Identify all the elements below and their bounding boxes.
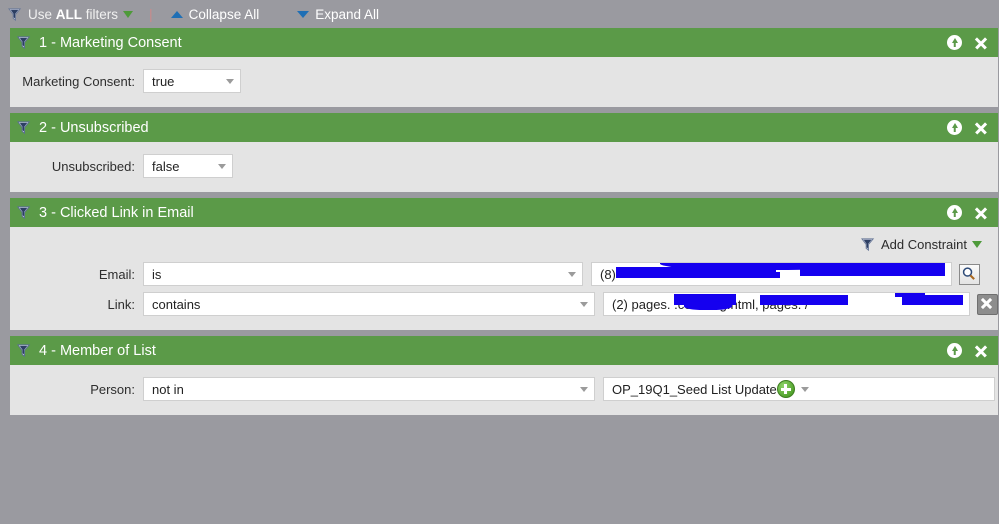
add-constraint-label: Add Constraint — [881, 237, 967, 252]
up-arrow-circle-icon[interactable] — [947, 35, 962, 50]
email-operator-select[interactable]: is — [143, 262, 583, 286]
chevron-down-icon — [297, 10, 310, 18]
funnel-icon — [8, 7, 23, 22]
constraint-row: Link: contains (2) pages. .com/ai g.html… — [10, 292, 998, 316]
funnel-icon — [17, 205, 32, 220]
up-arrow-circle-icon[interactable] — [947, 120, 962, 135]
link-operator-select[interactable]: contains — [143, 292, 595, 316]
link-value-field[interactable]: (2) pages. .com/ai g.html, pages. / — [603, 292, 970, 316]
email-value-field[interactable]: (8) — [591, 262, 952, 286]
filter-panel-3-body: Add Constraint Email: is (8) Link: conta… — [10, 227, 998, 330]
filter-panel-2: 2 - Unsubscribed Unsubscribed: false — [10, 113, 999, 192]
chevron-down-icon[interactable] — [972, 241, 982, 248]
chevron-down-icon — [580, 386, 588, 392]
filter-panel-2-title: 2 - Unsubscribed — [39, 119, 149, 136]
filter-panel-1-body: Marketing Consent: true — [10, 57, 998, 107]
funnel-icon — [17, 120, 32, 135]
use-all-filters-toggle[interactable]: Use ALL filters — [8, 6, 134, 22]
filter-panel-2-header[interactable]: 2 - Unsubscribed — [10, 113, 998, 142]
redaction-mark — [902, 295, 963, 305]
funnel-icon — [17, 343, 32, 358]
redaction-mark — [750, 263, 870, 269]
chevron-down-icon[interactable] — [800, 386, 809, 392]
constraint-label: Marketing Consent: — [22, 73, 135, 89]
redaction-mark — [800, 264, 945, 276]
expand-all-button[interactable]: Expand All — [297, 7, 379, 22]
constraint-label: Unsubscribed: — [51, 158, 135, 174]
filter-panel-4-actions — [947, 343, 988, 358]
filter-panel-3-actions — [947, 205, 988, 220]
constraint-row: Email: is (8) — [10, 262, 998, 286]
up-arrow-circle-icon[interactable] — [947, 205, 962, 220]
link-value-redacted: (2) pages. .com/ai g.html, pages. / — [612, 293, 963, 315]
unsubscribed-value: false — [152, 158, 180, 174]
constraint-label: Email: — [98, 266, 135, 282]
link-value-text: (2) pages. .com/ai g.html, pages. / — [612, 296, 809, 312]
redaction-mark — [855, 263, 945, 270]
filter-panel-4-body: Person: not in OP_19Q1_Seed List Update — [10, 365, 998, 415]
filter-panel-1-title: 1 - Marketing Consent — [39, 34, 182, 51]
chevron-down-icon — [568, 271, 576, 277]
chevron-down-icon — [218, 163, 226, 169]
redaction-mark — [895, 293, 925, 297]
list-value-text: OP_19Q1_Seed List Update — [612, 381, 777, 397]
filter-panel-2-body: Unsubscribed: false — [10, 142, 998, 192]
filter-panel-1-header[interactable]: 1 - Marketing Consent — [10, 28, 998, 57]
unsubscribed-select[interactable]: false — [143, 154, 233, 178]
link-operator-value: contains — [152, 296, 201, 312]
filter-panel-1-actions — [947, 35, 988, 50]
marketing-consent-value: true — [152, 73, 175, 89]
funnel-icon — [861, 237, 876, 252]
toolbar-separator: | — [149, 6, 153, 22]
person-operator-value: not in — [152, 381, 184, 397]
close-icon[interactable] — [973, 205, 988, 220]
redaction-mark — [710, 272, 780, 278]
redaction-mark — [660, 263, 860, 270]
chevron-up-icon — [170, 10, 183, 18]
list-value-field[interactable]: OP_19Q1_Seed List Update — [603, 377, 995, 401]
filter-panel-4-header[interactable]: 4 - Member of List — [10, 336, 998, 365]
constraint-row: Marketing Consent: true — [10, 69, 998, 93]
filter-panel-1: 1 - Marketing Consent Marketing Consent:… — [10, 28, 999, 107]
constraint-row: Person: not in OP_19Q1_Seed List Update — [10, 377, 998, 401]
constraint-label: Person: — [90, 381, 135, 397]
filter-panel-4: 4 - Member of List Person: not in OP_19Q… — [10, 336, 999, 415]
close-icon[interactable] — [973, 343, 988, 358]
person-operator-select[interactable]: not in — [143, 377, 595, 401]
email-value-text: (8) — [600, 266, 616, 282]
chevron-down-icon — [226, 78, 234, 84]
constraint-row: Unsubscribed: false — [10, 154, 998, 178]
close-icon[interactable] — [973, 120, 988, 135]
filter-panel-4-title: 4 - Member of List — [39, 342, 156, 359]
funnel-icon — [17, 35, 32, 50]
filter-panel-3: 3 - Clicked Link in Email Add Constraint — [10, 198, 999, 330]
add-constraint-bar: Add Constraint — [10, 237, 998, 262]
expand-all-label: Expand All — [315, 6, 380, 22]
filters-container: 1 - Marketing Consent Marketing Consent:… — [0, 28, 999, 524]
remove-constraint-icon[interactable] — [977, 293, 998, 315]
filter-panel-2-actions — [947, 120, 988, 135]
add-constraint-button[interactable]: Add Constraint — [861, 237, 982, 252]
use-all-filters-label: Use ALL filters — [28, 6, 119, 22]
redaction-mark — [616, 267, 776, 278]
email-value-redacted: (8) — [600, 263, 945, 285]
filter-panel-3-title: 3 - Clicked Link in Email — [39, 204, 194, 221]
top-toolbar: Use ALL filters | Collapse All Expand Al… — [0, 0, 999, 28]
close-icon[interactable] — [973, 35, 988, 50]
constraint-label: Link: — [107, 296, 135, 312]
up-arrow-circle-icon[interactable] — [947, 343, 962, 358]
chevron-down-icon[interactable] — [123, 10, 134, 18]
add-list-icon[interactable] — [776, 380, 795, 398]
filter-panel-3-header[interactable]: 3 - Clicked Link in Email — [10, 198, 998, 227]
search-icon[interactable] — [959, 263, 980, 285]
marketing-consent-select[interactable]: true — [143, 69, 241, 93]
chevron-down-icon — [580, 301, 588, 307]
email-operator-value: is — [152, 266, 162, 282]
collapse-all-button[interactable]: Collapse All — [170, 6, 260, 22]
collapse-all-label: Collapse All — [188, 6, 260, 22]
